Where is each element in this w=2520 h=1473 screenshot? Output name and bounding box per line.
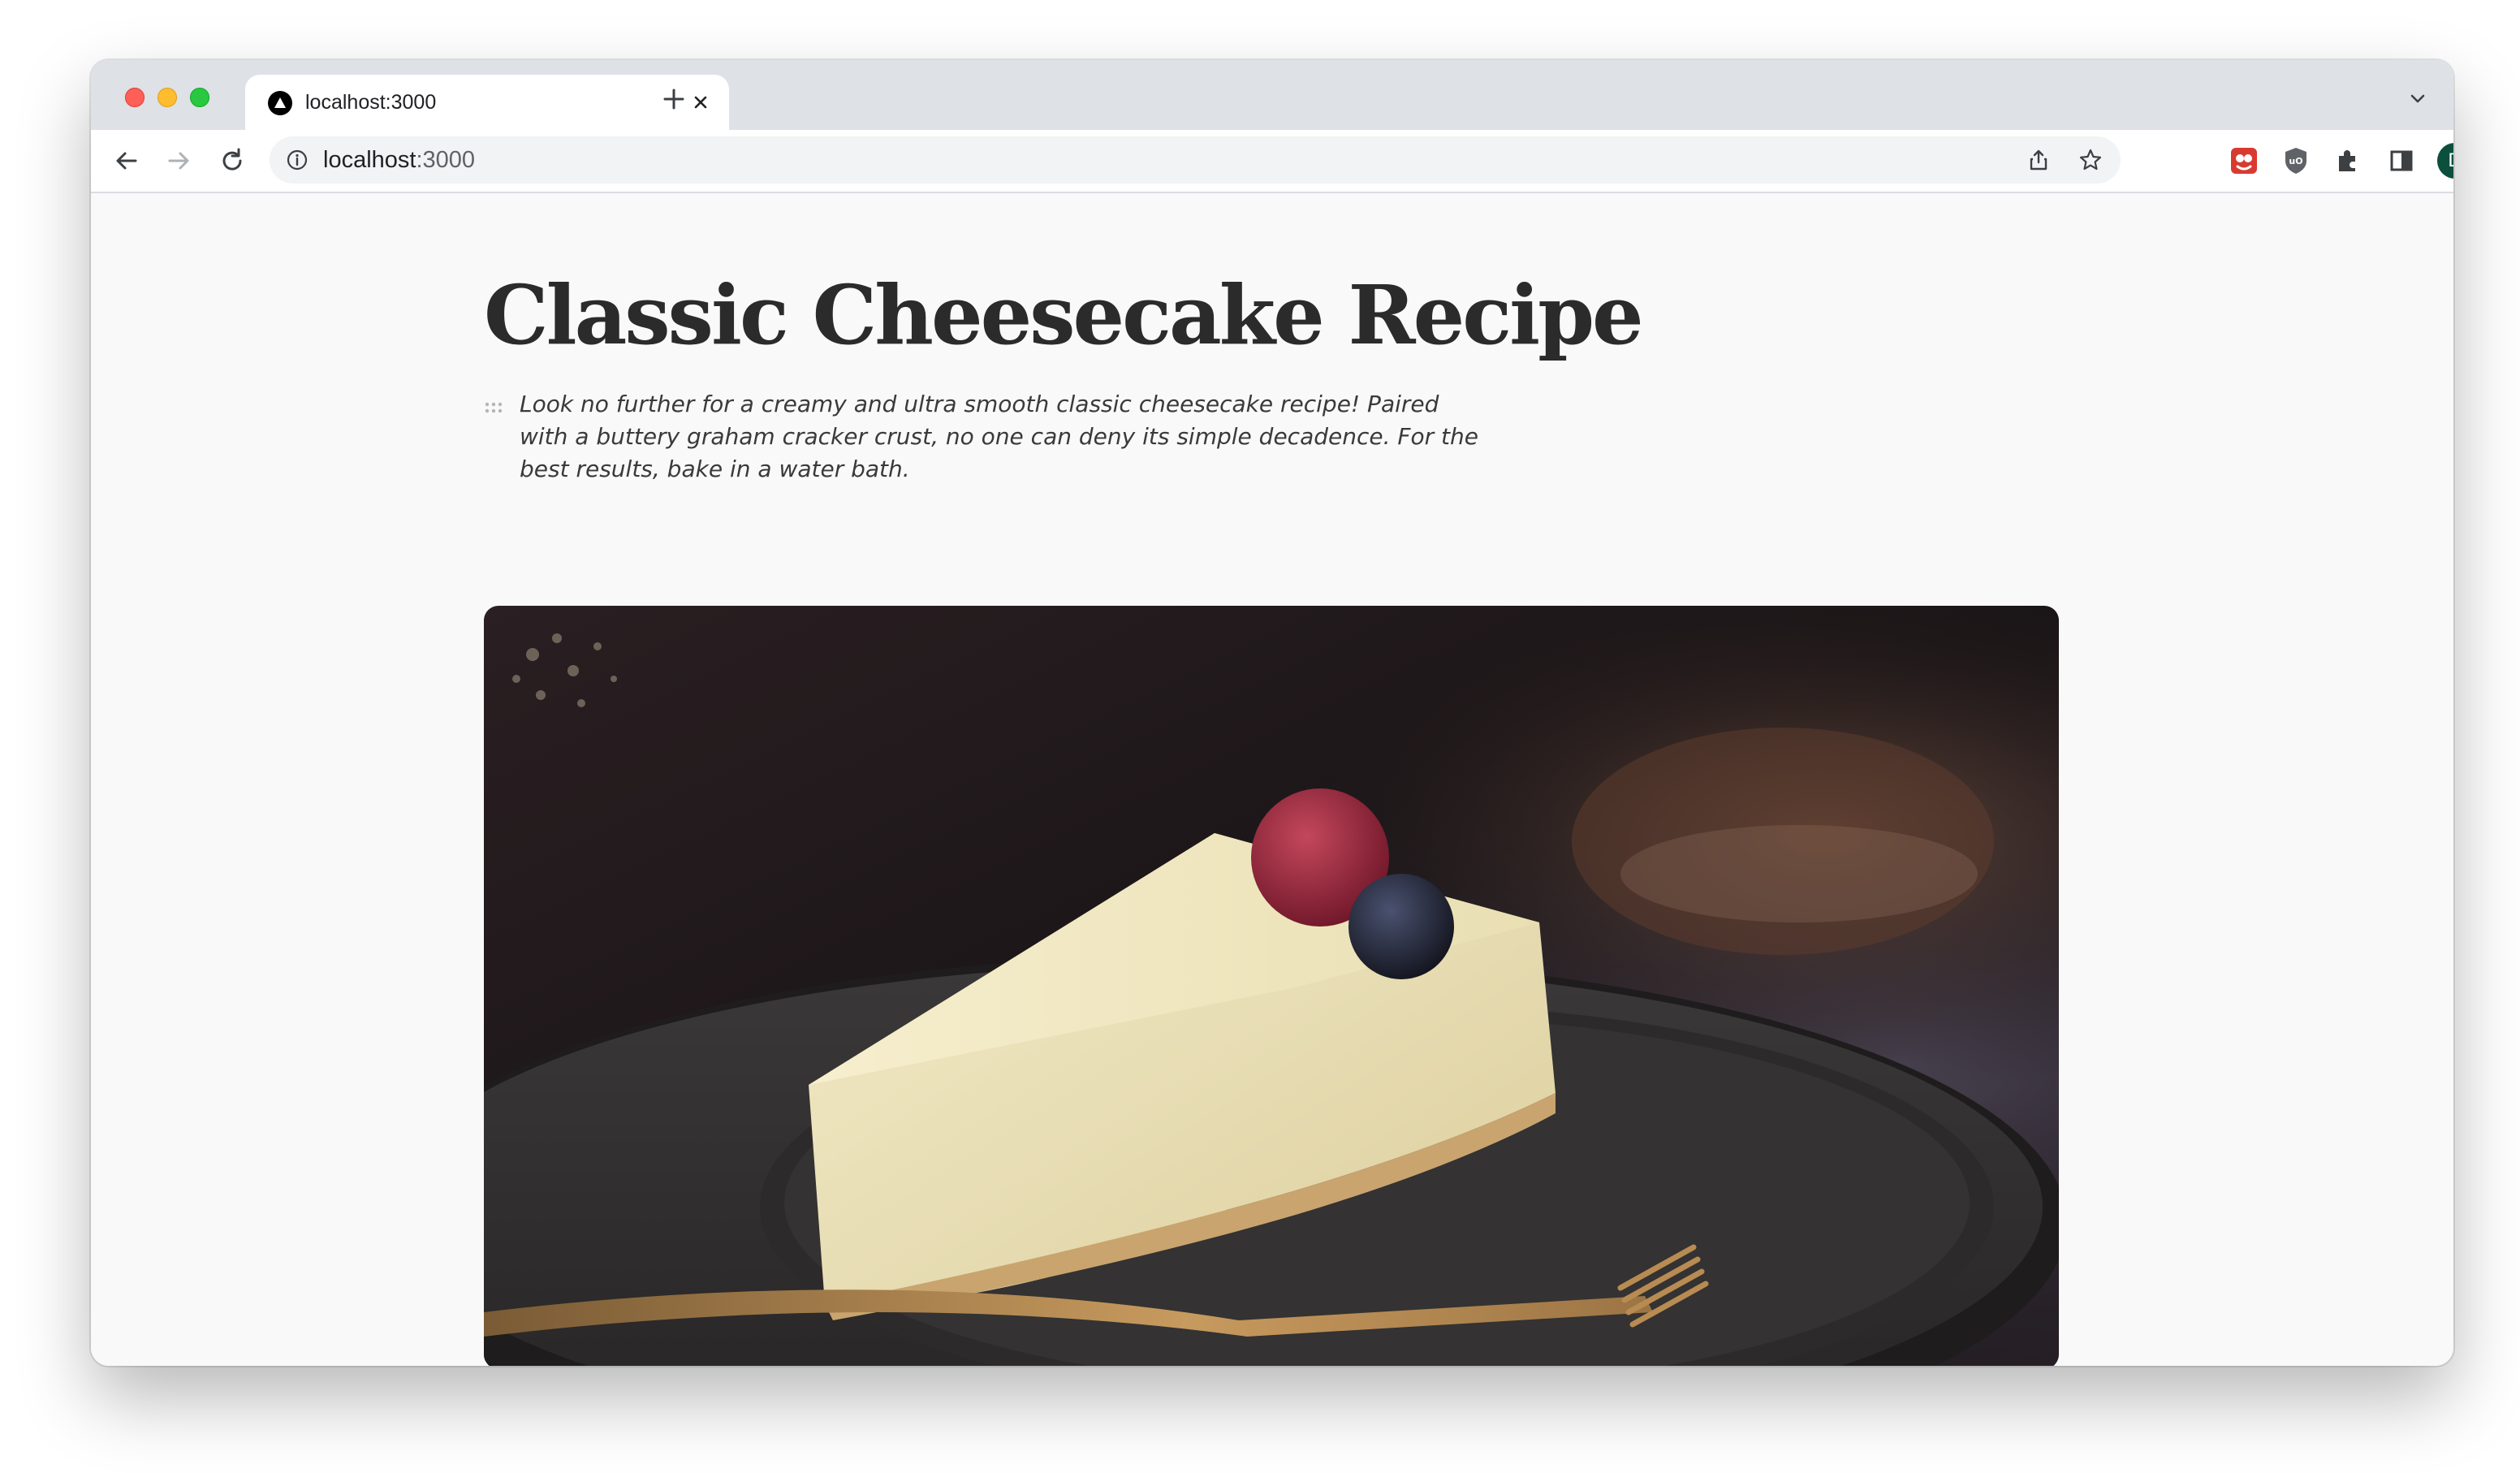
red-extension-icon[interactable] [2228,145,2260,177]
url-host: localhost [323,147,416,173]
drag-handle-icon[interactable] [484,401,507,414]
bookmark-star-icon[interactable] [2078,148,2103,172]
browser-window: localhost:3000 localhost:3000 uO Classic… [91,60,2453,1366]
profile-avatar[interactable]: D [2437,143,2453,179]
page-content: Classic Cheesecake Recipe Look no furthe… [91,193,2453,1366]
address-url: localhost:3000 [323,147,475,174]
reload-icon[interactable] [216,145,248,177]
tab-search-chevron-down-icon[interactable] [2406,88,2429,110]
nextjs-favicon-icon [268,91,292,115]
tab-strip: localhost:3000 [91,60,2453,130]
back-arrow-icon[interactable] [110,145,143,177]
svg-text:uO: uO [2289,156,2302,166]
new-tab-plus-icon[interactable] [659,84,688,114]
minimize-window-button[interactable] [158,88,177,107]
cheesecake-hero-image [484,606,2059,1366]
close-tab-icon[interactable] [688,90,713,114]
ublock-shield-icon[interactable]: uO [2280,145,2312,177]
recipe-intro: Look no further for a creamy and ultra s… [520,391,1478,482]
close-window-button[interactable] [125,88,145,107]
maximize-window-button[interactable] [190,88,209,107]
address-bar[interactable]: localhost:3000 [270,136,2121,184]
tab-title: localhost:3000 [305,91,437,114]
extensions-puzzle-icon[interactable] [2332,145,2364,177]
site-info-icon[interactable] [286,149,309,171]
url-port: :3000 [416,147,476,173]
share-icon[interactable] [2026,148,2051,172]
browser-toolbar: localhost:3000 uO D [91,130,2453,193]
forward-arrow-icon[interactable] [162,145,195,177]
active-tab[interactable]: localhost:3000 [245,75,729,130]
side-panel-icon[interactable] [2385,145,2418,177]
page-title: Classic Cheesecake Recipe [484,267,1644,363]
